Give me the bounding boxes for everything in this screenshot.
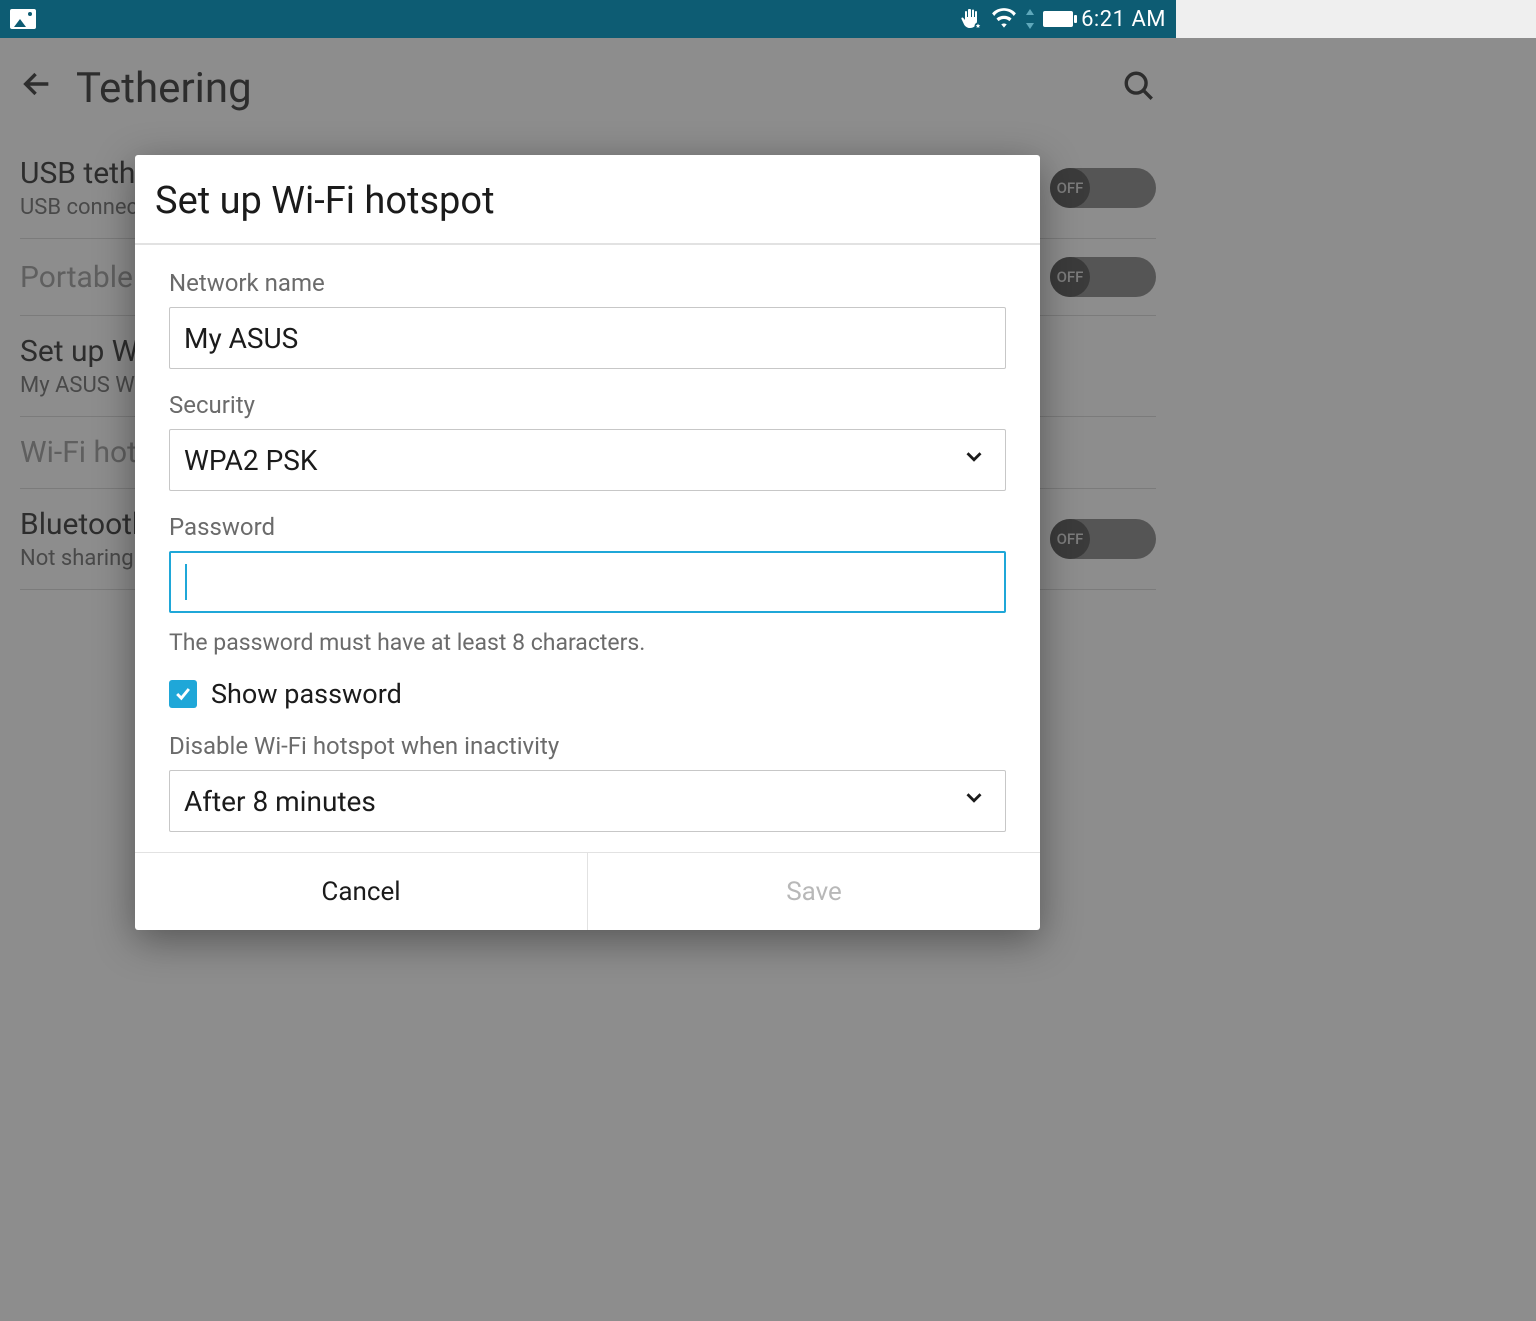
hand-icon	[959, 7, 983, 31]
save-button[interactable]: Save	[587, 853, 1040, 930]
password-helper: The password must have at least 8 charac…	[169, 629, 1006, 656]
show-password-label: Show password	[211, 678, 402, 710]
dialog-actions: Cancel Save	[135, 852, 1040, 930]
inactivity-select[interactable]: After 8 minutes	[169, 770, 1006, 832]
inactivity-value: After 8 minutes	[184, 785, 376, 818]
chevron-down-icon	[961, 785, 987, 818]
status-bar: 6:21 AM	[0, 0, 1176, 38]
network-name-input[interactable]: My ASUS	[169, 307, 1006, 369]
signal-arrows-icon	[1025, 9, 1035, 29]
hotspot-dialog: Set up Wi-Fi hotspot Network name My ASU…	[135, 155, 1040, 930]
landscape-icon	[10, 9, 36, 29]
security-value: WPA2 PSK	[184, 444, 317, 477]
show-password-checkbox[interactable]	[169, 680, 197, 708]
text-caret	[185, 564, 187, 600]
password-input[interactable]	[169, 551, 1006, 613]
wifi-icon	[991, 8, 1017, 30]
network-name-value: My ASUS	[184, 322, 298, 355]
battery-icon	[1043, 11, 1073, 27]
inactivity-label: Disable Wi-Fi hotspot when inactivity	[169, 732, 1006, 760]
show-password-row[interactable]: Show password	[169, 678, 1006, 710]
security-label: Security	[169, 391, 1006, 419]
password-label: Password	[169, 513, 1006, 541]
dialog-title: Set up Wi-Fi hotspot	[135, 155, 1040, 243]
chevron-down-icon	[961, 444, 987, 477]
security-select[interactable]: WPA2 PSK	[169, 429, 1006, 491]
status-clock: 6:21 AM	[1081, 7, 1166, 32]
network-name-label: Network name	[169, 269, 1006, 297]
cancel-button[interactable]: Cancel	[135, 853, 587, 930]
